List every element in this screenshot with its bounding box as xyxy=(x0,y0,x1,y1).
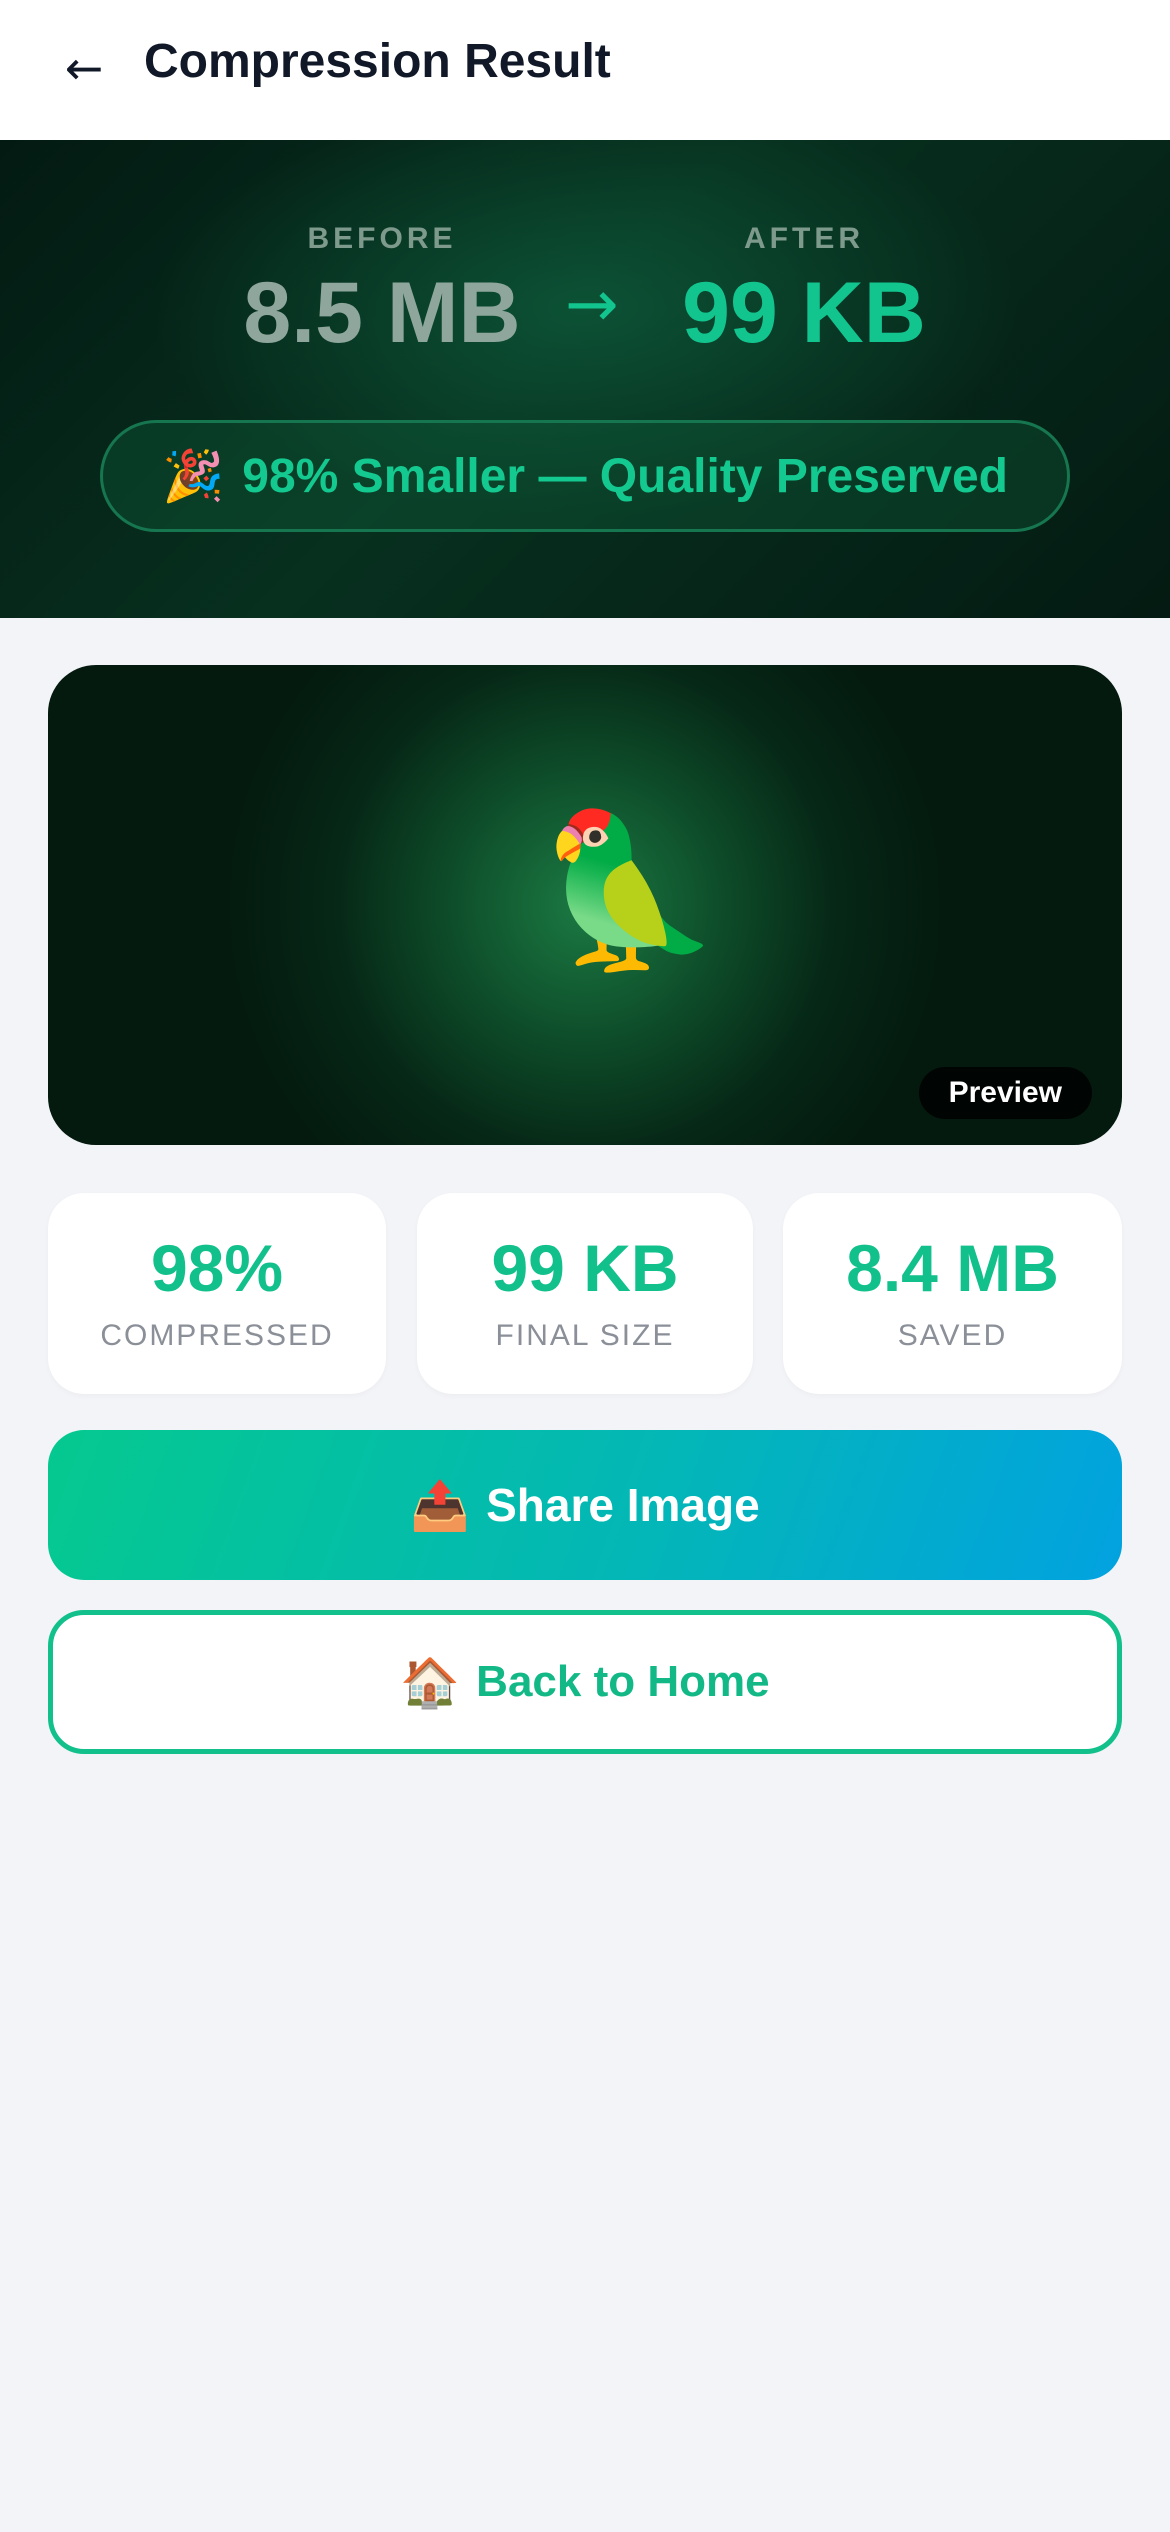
after-size-block: AFTER 99 KB xyxy=(654,222,954,356)
share-image-label: Share Image xyxy=(486,1479,760,1531)
preview-tag: Preview xyxy=(918,1067,1092,1119)
stat-value: 98% xyxy=(150,1231,284,1305)
compression-result-screen: ← Compression Result BEFORE 8.5 MB → AFT… xyxy=(0,0,1170,2532)
stat-value: 8.4 MB xyxy=(846,1231,1059,1305)
after-label: AFTER xyxy=(744,222,864,255)
stat-label: FINAL SIZE xyxy=(495,1319,675,1352)
back-arrow-icon[interactable]: ← xyxy=(52,36,116,100)
savings-badge: 🎉 98% Smaller — Quality Preserved xyxy=(100,420,1070,532)
party-popper-icon: 🎉 xyxy=(162,447,225,504)
back-to-home-button[interactable]: 🏠 Back to Home xyxy=(48,1610,1122,1754)
outbox-tray-icon: 📤 xyxy=(410,1479,471,1533)
share-image-button[interactable]: 📤 Share Image xyxy=(48,1430,1122,1580)
app-header: ← Compression Result xyxy=(0,0,1170,140)
parrot-image: 🦜 xyxy=(535,806,722,974)
before-label: BEFORE xyxy=(307,222,457,255)
stat-card-final-size: 99 KB FINAL SIZE xyxy=(417,1193,753,1394)
right-arrow-icon: → xyxy=(565,268,619,342)
size-comparison-hero: BEFORE 8.5 MB → AFTER 99 KB 🎉 98% Smalle… xyxy=(0,140,1170,618)
image-preview-card[interactable]: 🦜 Preview xyxy=(48,665,1122,1145)
before-size-value: 8.5 MB xyxy=(243,265,521,361)
before-size-block: BEFORE 8.5 MB xyxy=(232,222,532,356)
stat-value: 99 KB xyxy=(491,1231,679,1305)
savings-badge-text: 98% Smaller — Quality Preserved xyxy=(242,449,1008,503)
back-to-home-label: Back to Home xyxy=(476,1657,770,1706)
page-title: Compression Result xyxy=(144,35,611,88)
stat-card-saved: 8.4 MB SAVED xyxy=(783,1193,1122,1394)
stat-label: COMPRESSED xyxy=(100,1319,334,1352)
after-size-value: 99 KB xyxy=(682,265,926,361)
stat-label: SAVED xyxy=(897,1319,1008,1352)
stat-card-compressed: 98% COMPRESSED xyxy=(48,1193,386,1394)
house-icon: 🏠 xyxy=(400,1656,461,1710)
